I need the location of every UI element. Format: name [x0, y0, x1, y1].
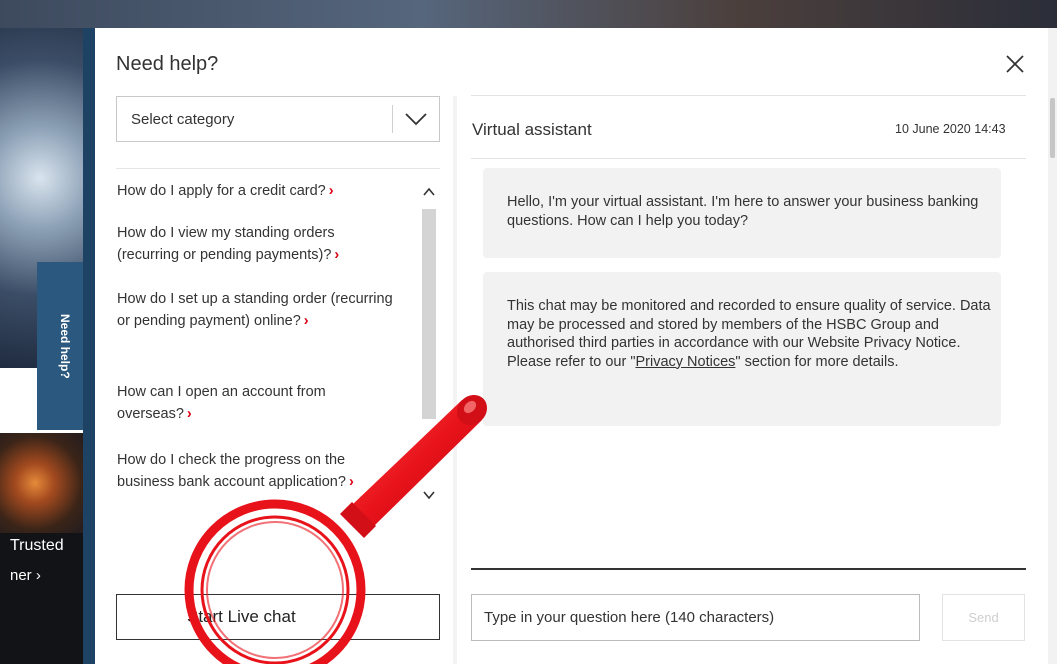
background-banner [0, 0, 1057, 28]
chat-input-divider [471, 568, 1026, 570]
faq-text: How do I apply for a credit card? [117, 183, 326, 199]
chevron-right-icon: › [186, 405, 192, 422]
faq-text: How can I open an account from overseas? [117, 384, 326, 422]
background-tagline: Trusted [10, 537, 64, 554]
start-live-chat-button[interactable]: Start Live chat [116, 594, 440, 640]
faq-text: How do I view my standing orders (recurr… [117, 225, 335, 263]
chat-title: Virtual assistant [472, 120, 592, 139]
faq-link-view-standing-orders[interactable]: How do I view my standing orders (recurr… [117, 223, 397, 266]
chevron-right-icon: › [334, 246, 340, 263]
chat-message-greeting: Hello, I'm your virtual assistant. I'm h… [483, 168, 1001, 258]
chat-question-input[interactable] [471, 594, 920, 641]
faq-link-credit-card[interactable]: How do I apply for a credit card? › [117, 181, 397, 203]
chevron-up-icon[interactable] [423, 187, 435, 197]
page-scrollbar[interactable] [1048, 28, 1057, 664]
background-photo-lights [0, 433, 95, 533]
faq-list: How do I apply for a credit card? › How d… [116, 168, 440, 518]
modal-title: Need help? [116, 53, 219, 75]
faq-scrollbar[interactable] [420, 177, 438, 517]
select-divider [392, 105, 393, 133]
faq-text: How do I check the progress on the busin… [117, 452, 346, 490]
chevron-right-icon: › [348, 473, 354, 490]
page-scrollbar-thumb[interactable] [1050, 98, 1055, 158]
category-select[interactable]: Select category [116, 96, 440, 142]
chat-message-text: Hello, I'm your virtual assistant. I'm h… [507, 194, 979, 229]
chevron-right-icon: › [328, 183, 334, 199]
chevron-down-icon[interactable] [404, 109, 428, 129]
chevron-right-icon: › [303, 312, 309, 329]
faq-link-set-up-standing-order[interactable]: How do I set up a standing order (recurr… [117, 289, 397, 332]
close-icon[interactable] [1003, 52, 1027, 76]
start-live-chat-label: Start Live chat [187, 607, 296, 626]
chevron-down-icon[interactable] [423, 490, 435, 500]
chat-message-disclaimer: This chat may be monitored and recorded … [483, 272, 1001, 426]
help-modal: Need help? Select category How do I appl… [95, 28, 1048, 664]
privacy-notices-link[interactable]: Privacy Notices [635, 354, 735, 370]
need-help-side-tab-label: Need help? [58, 313, 72, 379]
panel-divider [453, 96, 457, 664]
chat-timestamp: 10 June 2020 14:43 [895, 122, 1006, 136]
chat-divider-header [471, 158, 1026, 159]
send-button[interactable]: Send [942, 594, 1025, 641]
modal-left-border [83, 28, 95, 664]
category-select-value: Select category [131, 111, 235, 128]
background-link[interactable]: ner › [10, 567, 41, 584]
faq-text: How do I set up a standing order (recurr… [117, 291, 393, 329]
faq-link-check-application-progress[interactable]: How do I check the progress on the busin… [117, 450, 397, 493]
chat-divider-top [471, 95, 1026, 96]
faq-link-open-account-overseas[interactable]: How can I open an account from overseas?… [117, 382, 397, 425]
chat-message-text-end: " section for more details. [735, 353, 899, 370]
close-button[interactable] [1003, 52, 1027, 76]
faq-scrollbar-thumb[interactable] [422, 209, 436, 419]
